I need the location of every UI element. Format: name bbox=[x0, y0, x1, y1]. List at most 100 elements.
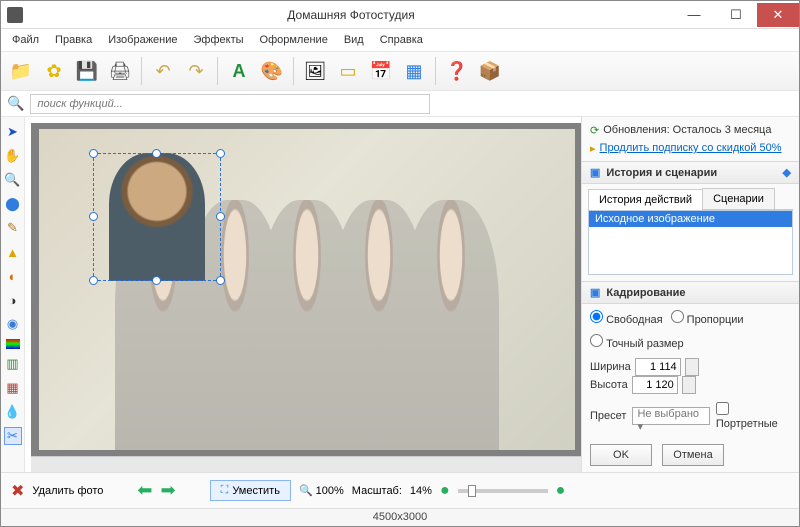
box-button[interactable]: 📦 bbox=[474, 55, 506, 87]
extend-subscription-link[interactable]: ▸Продлить подписку со скидкой 50% bbox=[590, 139, 791, 157]
horizontal-scrollbar[interactable] bbox=[31, 456, 581, 472]
separator bbox=[293, 57, 294, 85]
menu-help[interactable]: Справка bbox=[373, 32, 430, 48]
mode-free[interactable]: Свободная bbox=[590, 310, 663, 326]
fit-button[interactable]: ⛶Уместить bbox=[210, 480, 291, 501]
healing-tool[interactable]: ◐ bbox=[4, 267, 22, 285]
width-spinner[interactable] bbox=[685, 358, 699, 376]
mask-tool[interactable]: ▦ bbox=[4, 379, 22, 397]
mode-prop[interactable]: Пропорции bbox=[671, 310, 744, 326]
search-input[interactable] bbox=[30, 94, 430, 114]
minimize-button[interactable]: — bbox=[673, 3, 715, 27]
open-button[interactable]: 📁 bbox=[5, 55, 37, 87]
right-panel: ⟳Обновления: Осталось 3 месяца ▸Продлить… bbox=[581, 117, 799, 472]
next-button[interactable]: ➡ bbox=[161, 480, 176, 501]
history-item[interactable]: Исходное изображение bbox=[589, 211, 792, 227]
zoom-tool[interactable]: 🔍 bbox=[4, 171, 22, 189]
update-status: ⟳Обновления: Осталось 3 месяца bbox=[590, 121, 791, 139]
height-input[interactable] bbox=[632, 376, 678, 394]
menu-effects[interactable]: Эффекты bbox=[187, 32, 251, 48]
zoom-slider[interactable] bbox=[458, 489, 548, 493]
save-button[interactable]: 💾 bbox=[71, 55, 103, 87]
text-button[interactable]: A bbox=[223, 55, 255, 87]
separator bbox=[141, 57, 142, 85]
crop-handle-se[interactable] bbox=[216, 276, 225, 285]
menu-edit[interactable]: Правка bbox=[48, 32, 99, 48]
prev-button[interactable]: ⬅ bbox=[137, 480, 152, 501]
brush-tool[interactable]: ⬤ bbox=[4, 195, 22, 213]
help-button[interactable]: ❓ bbox=[441, 55, 473, 87]
crop-handle-nw[interactable] bbox=[89, 149, 98, 158]
mode-exact[interactable]: Точный размер bbox=[590, 334, 684, 350]
crop-handle-e[interactable] bbox=[216, 212, 225, 221]
menubar: Файл Правка Изображение Эффекты Оформлен… bbox=[1, 29, 799, 51]
gradient-tool[interactable] bbox=[6, 339, 20, 349]
palette-button[interactable]: 🎨 bbox=[256, 55, 288, 87]
canvas[interactable] bbox=[31, 123, 581, 456]
crop-rectangle[interactable] bbox=[93, 153, 221, 281]
contrast-tool[interactable]: ◑ bbox=[4, 291, 22, 309]
crop-handle-n[interactable] bbox=[152, 149, 161, 158]
height-label: Высота bbox=[590, 379, 628, 391]
zoom-100-button[interactable]: 🔍100% bbox=[299, 484, 344, 497]
search-row: 🔍 bbox=[1, 91, 799, 117]
crop-handle-sw[interactable] bbox=[89, 276, 98, 285]
menu-view[interactable]: Вид bbox=[337, 32, 371, 48]
portrait-checkbox[interactable]: Портретные bbox=[716, 402, 791, 430]
drop-tool[interactable]: 💧 bbox=[4, 403, 22, 421]
titlebar: Домашняя Фотостудия — ☐ ✕ bbox=[1, 1, 799, 29]
app-icon bbox=[7, 7, 23, 23]
crop-icon: ▣ bbox=[590, 286, 600, 299]
redo-button[interactable]: ↷ bbox=[180, 55, 212, 87]
crop-tool[interactable]: ✂ bbox=[4, 427, 22, 445]
crop-handle-s[interactable] bbox=[152, 276, 161, 285]
maximize-button[interactable]: ☐ bbox=[715, 3, 757, 27]
close-button[interactable]: ✕ bbox=[757, 3, 799, 27]
eyedropper-tool[interactable]: ✎ bbox=[4, 219, 22, 237]
photo bbox=[39, 129, 575, 450]
cancel-button[interactable]: Отмена bbox=[662, 444, 724, 466]
status-bar: 4500x3000 bbox=[1, 508, 799, 526]
crop-handle-w[interactable] bbox=[89, 212, 98, 221]
undo-button[interactable]: ↶ bbox=[147, 55, 179, 87]
zoom-out-button[interactable]: ● bbox=[440, 482, 450, 500]
hand-tool[interactable]: ✋ bbox=[4, 147, 22, 165]
delete-photo-button[interactable]: Удалить фото bbox=[32, 485, 103, 497]
width-input[interactable] bbox=[635, 358, 681, 376]
warning-tool[interactable]: ▲ bbox=[4, 243, 22, 261]
canvas-area bbox=[25, 117, 581, 472]
preset-label: Пресет bbox=[590, 410, 626, 422]
search-icon: 🔍 bbox=[7, 95, 24, 112]
collapse-icon[interactable]: ◆ bbox=[783, 166, 791, 179]
frame-button[interactable]: ▭ bbox=[332, 55, 364, 87]
separator bbox=[435, 57, 436, 85]
tab-history[interactable]: История действий bbox=[588, 189, 703, 210]
menu-file[interactable]: Файл bbox=[5, 32, 46, 48]
ok-button[interactable]: OK bbox=[590, 444, 652, 466]
zoom-in-button[interactable]: ● bbox=[556, 482, 566, 500]
crop-options: Свободная Пропорции Точный размер Ширина… bbox=[582, 304, 799, 472]
tab-scenarios[interactable]: Сценарии bbox=[702, 188, 775, 209]
history-icon: ▣ bbox=[590, 166, 600, 179]
history-list[interactable]: Исходное изображение bbox=[588, 210, 793, 275]
crop-handle-ne[interactable] bbox=[216, 149, 225, 158]
collage-button[interactable]: ▦ bbox=[398, 55, 430, 87]
history-panel-header: ▣ История и сценарии ◆ bbox=[582, 161, 799, 184]
layers-tool[interactable]: ▥ bbox=[4, 355, 22, 373]
print-button[interactable]: 🖨 bbox=[104, 55, 136, 87]
window-title: Домашняя Фотостудия bbox=[29, 8, 673, 22]
image-tool-button[interactable]: 🖼 bbox=[299, 55, 331, 87]
delete-icon[interactable]: ✖ bbox=[11, 481, 24, 501]
height-spinner[interactable] bbox=[682, 376, 696, 394]
left-toolstrip: ➤ ✋ 🔍 ⬤ ✎ ▲ ◐ ◑ ◉ ▥ ▦ 💧 ✂ bbox=[1, 117, 25, 472]
menu-image[interactable]: Изображение bbox=[101, 32, 184, 48]
content: ➤ ✋ 🔍 ⬤ ✎ ▲ ◐ ◑ ◉ ▥ ▦ 💧 ✂ bbox=[1, 117, 799, 472]
zoom-thumb[interactable] bbox=[468, 485, 476, 497]
blur-tool[interactable]: ◉ bbox=[4, 315, 22, 333]
menu-design[interactable]: Оформление bbox=[253, 32, 335, 48]
calendar-button[interactable]: 📅 bbox=[365, 55, 397, 87]
pointer-tool[interactable]: ➤ bbox=[4, 123, 22, 141]
wizard-button[interactable]: ✿ bbox=[38, 55, 70, 87]
main-toolbar: 📁 ✿ 💾 🖨 ↶ ↷ A 🎨 🖼 ▭ 📅 ▦ ❓ 📦 bbox=[1, 51, 799, 91]
preset-select[interactable]: Не выбрано ▾ bbox=[632, 407, 709, 425]
